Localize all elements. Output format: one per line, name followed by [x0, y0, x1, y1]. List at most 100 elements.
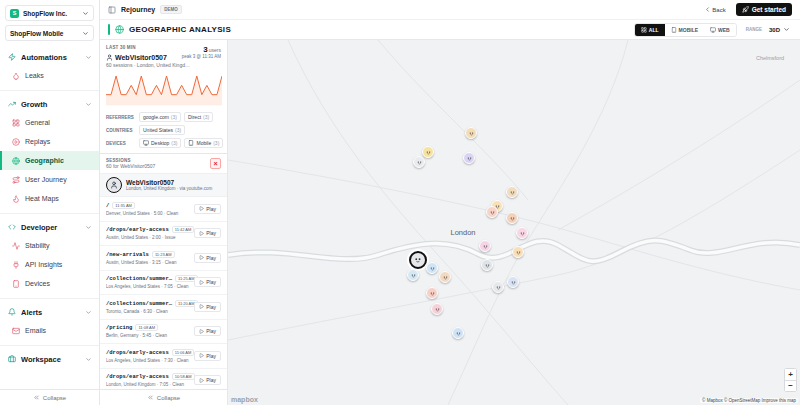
chart-segment	[187, 94, 192, 95]
chevron-icon	[85, 54, 92, 61]
map-pin[interactable]	[465, 127, 477, 139]
map[interactable]: LondonChelmsford+−mapbox© Mapbox © OpenS…	[228, 40, 800, 405]
zoom-in-button[interactable]: +	[785, 369, 796, 380]
peak-label: peak 3 @ 11:31 AM	[182, 54, 221, 59]
map-logo[interactable]: mapbox	[231, 396, 258, 403]
map-pin[interactable]	[439, 271, 451, 283]
session-list: /11:35 AMDenver, United States · 5:00 · …	[100, 197, 227, 389]
play-button[interactable]: Play	[194, 204, 221, 214]
range-select[interactable]: 30D	[767, 26, 792, 33]
avatar-face-icon	[413, 255, 423, 265]
nav-group: GrowthGeneralReplaysGeographicUser Journ…	[0, 90, 99, 208]
play-button[interactable]: Play	[194, 302, 221, 312]
chart-segment	[182, 85, 187, 94]
map-pin[interactable]	[516, 227, 528, 239]
map-pin[interactable]	[431, 303, 443, 315]
map-pin[interactable]	[413, 156, 425, 168]
group-icon	[8, 308, 16, 316]
map-pin[interactable]	[481, 259, 493, 271]
chevron-down-icon	[783, 26, 790, 33]
session-row[interactable]: /collections/summer…11:20 AMToronto, Can…	[100, 295, 227, 320]
sidebar-item[interactable]: User Journey	[0, 170, 99, 189]
nav-group-header[interactable]: Workspace	[0, 350, 99, 368]
map-pin[interactable]	[409, 251, 427, 269]
map-pin[interactable]	[486, 206, 498, 218]
filter-icon	[671, 27, 677, 33]
chart-segment	[161, 76, 166, 95]
play-button[interactable]: Play	[194, 277, 221, 287]
session-path: /collections/summer…	[106, 300, 172, 307]
avatar-face-icon	[416, 159, 423, 166]
map-pin[interactable]	[426, 262, 438, 274]
play-icon	[199, 353, 204, 358]
map-pin[interactable]	[492, 281, 504, 293]
session-row[interactable]: /drops/early-access10:58 AMLondon, Unite…	[100, 369, 227, 390]
filter-button[interactable]: MOBILE	[665, 24, 704, 36]
chevron-icon	[85, 356, 92, 363]
play-button[interactable]: Play	[194, 228, 221, 238]
panel-toggle-icon[interactable]	[108, 6, 116, 14]
sidebar-item[interactable]: Replays	[0, 132, 99, 151]
map-pin[interactable]	[422, 146, 434, 158]
breakdown-chip[interactable]: google.com(3)	[139, 112, 181, 122]
nav-group: DeveloperStabilityAPI InsightsDevices	[0, 213, 99, 293]
map-pin[interactable]	[506, 186, 518, 198]
session-time: 11:08 AM	[135, 324, 158, 331]
map-pin[interactable]	[463, 152, 475, 164]
sidebar-item[interactable]: Emails	[0, 321, 99, 340]
nav-item-icon	[12, 261, 20, 269]
map-pin[interactable]	[506, 212, 518, 224]
window-label: LAST 30 MIN	[106, 45, 136, 50]
map-attribution[interactable]: © Mapbox © OpenStreetMap Improve this ma…	[700, 398, 798, 403]
filter-button[interactable]: WEB	[704, 24, 736, 36]
sidebar-item[interactable]: Stability	[0, 236, 99, 255]
map-pin[interactable]	[512, 246, 524, 258]
avatar-face-icon	[434, 306, 441, 313]
sidebar-item[interactable]: API Insights	[0, 255, 99, 274]
session-row[interactable]: /collections/summer…11:25 AMLos Angeles,…	[100, 271, 227, 296]
project-select[interactable]: ShopFlow Mobile	[5, 25, 94, 41]
avatar-face-icon	[495, 284, 502, 291]
session-row[interactable]: /drops/early-access11:42 AMAustin, Unite…	[100, 222, 227, 247]
close-button[interactable]: ×	[210, 158, 221, 169]
sidebar-item[interactable]: Leaks	[0, 66, 99, 85]
back-link[interactable]: Back	[704, 6, 725, 13]
session-detail: Berlin, Germany · 5:45 · Clean	[106, 333, 191, 338]
session-row[interactable]: /drops/early-access11:06 AMLos Angeles, …	[100, 344, 227, 369]
sidebar-item[interactable]: Geographic	[0, 151, 99, 170]
session-detail: Toronto, Canada · 6:30 · Clean	[106, 309, 191, 314]
avatar-face-icon	[482, 243, 489, 250]
nav-group-header[interactable]: Alerts	[0, 303, 99, 321]
play-button[interactable]: Play	[194, 253, 221, 263]
session-row[interactable]: /new-arrivals11:23 AMAustin, United Stat…	[100, 246, 227, 271]
map-pin[interactable]	[407, 269, 419, 281]
breakdown-chip[interactable]: Desktop(3)	[139, 138, 181, 148]
breakdown-chip[interactable]: Direct(3)	[184, 112, 213, 122]
session-row[interactable]: /11:35 AMDenver, United States · 5:00 · …	[100, 197, 227, 222]
avatar-face-icon	[519, 230, 526, 237]
session-row[interactable]: /pricing11:08 AMBerlin, Germany · 5:45 ·…	[100, 320, 227, 345]
session-detail: Austin, United States · 2:00 · Issue	[106, 235, 191, 240]
play-button[interactable]: Play	[194, 351, 221, 361]
sidebar-item[interactable]: Devices	[0, 274, 99, 293]
zoom-out-button[interactable]: −	[785, 380, 796, 391]
sidebar-item[interactable]: Heat Maps	[0, 189, 99, 208]
map-pin[interactable]	[479, 240, 491, 252]
nav-group-header[interactable]: Automations	[0, 48, 99, 66]
sidebar-collapse[interactable]: Collapse	[0, 389, 99, 405]
map-pin[interactable]	[507, 276, 519, 288]
avatar-face-icon	[484, 262, 491, 269]
breakdown-chip[interactable]: United States(3)	[139, 125, 185, 135]
breakdown-chip[interactable]: Mobile(3)	[184, 138, 223, 148]
map-pin[interactable]	[426, 287, 438, 299]
play-button[interactable]: Play	[194, 326, 221, 336]
get-started-button[interactable]: Get started	[736, 3, 792, 16]
nav-group-header[interactable]: Growth	[0, 95, 99, 113]
workspace-select[interactable]: SShopFlow Inc.	[5, 5, 94, 21]
filter-button[interactable]: ALL	[635, 24, 665, 36]
play-button[interactable]: Play	[194, 375, 221, 385]
sidebar-item[interactable]: General	[0, 113, 99, 132]
panel-collapse[interactable]: Collapse	[100, 389, 227, 405]
nav-group-header[interactable]: Developer	[0, 218, 99, 236]
map-pin[interactable]	[452, 327, 464, 339]
